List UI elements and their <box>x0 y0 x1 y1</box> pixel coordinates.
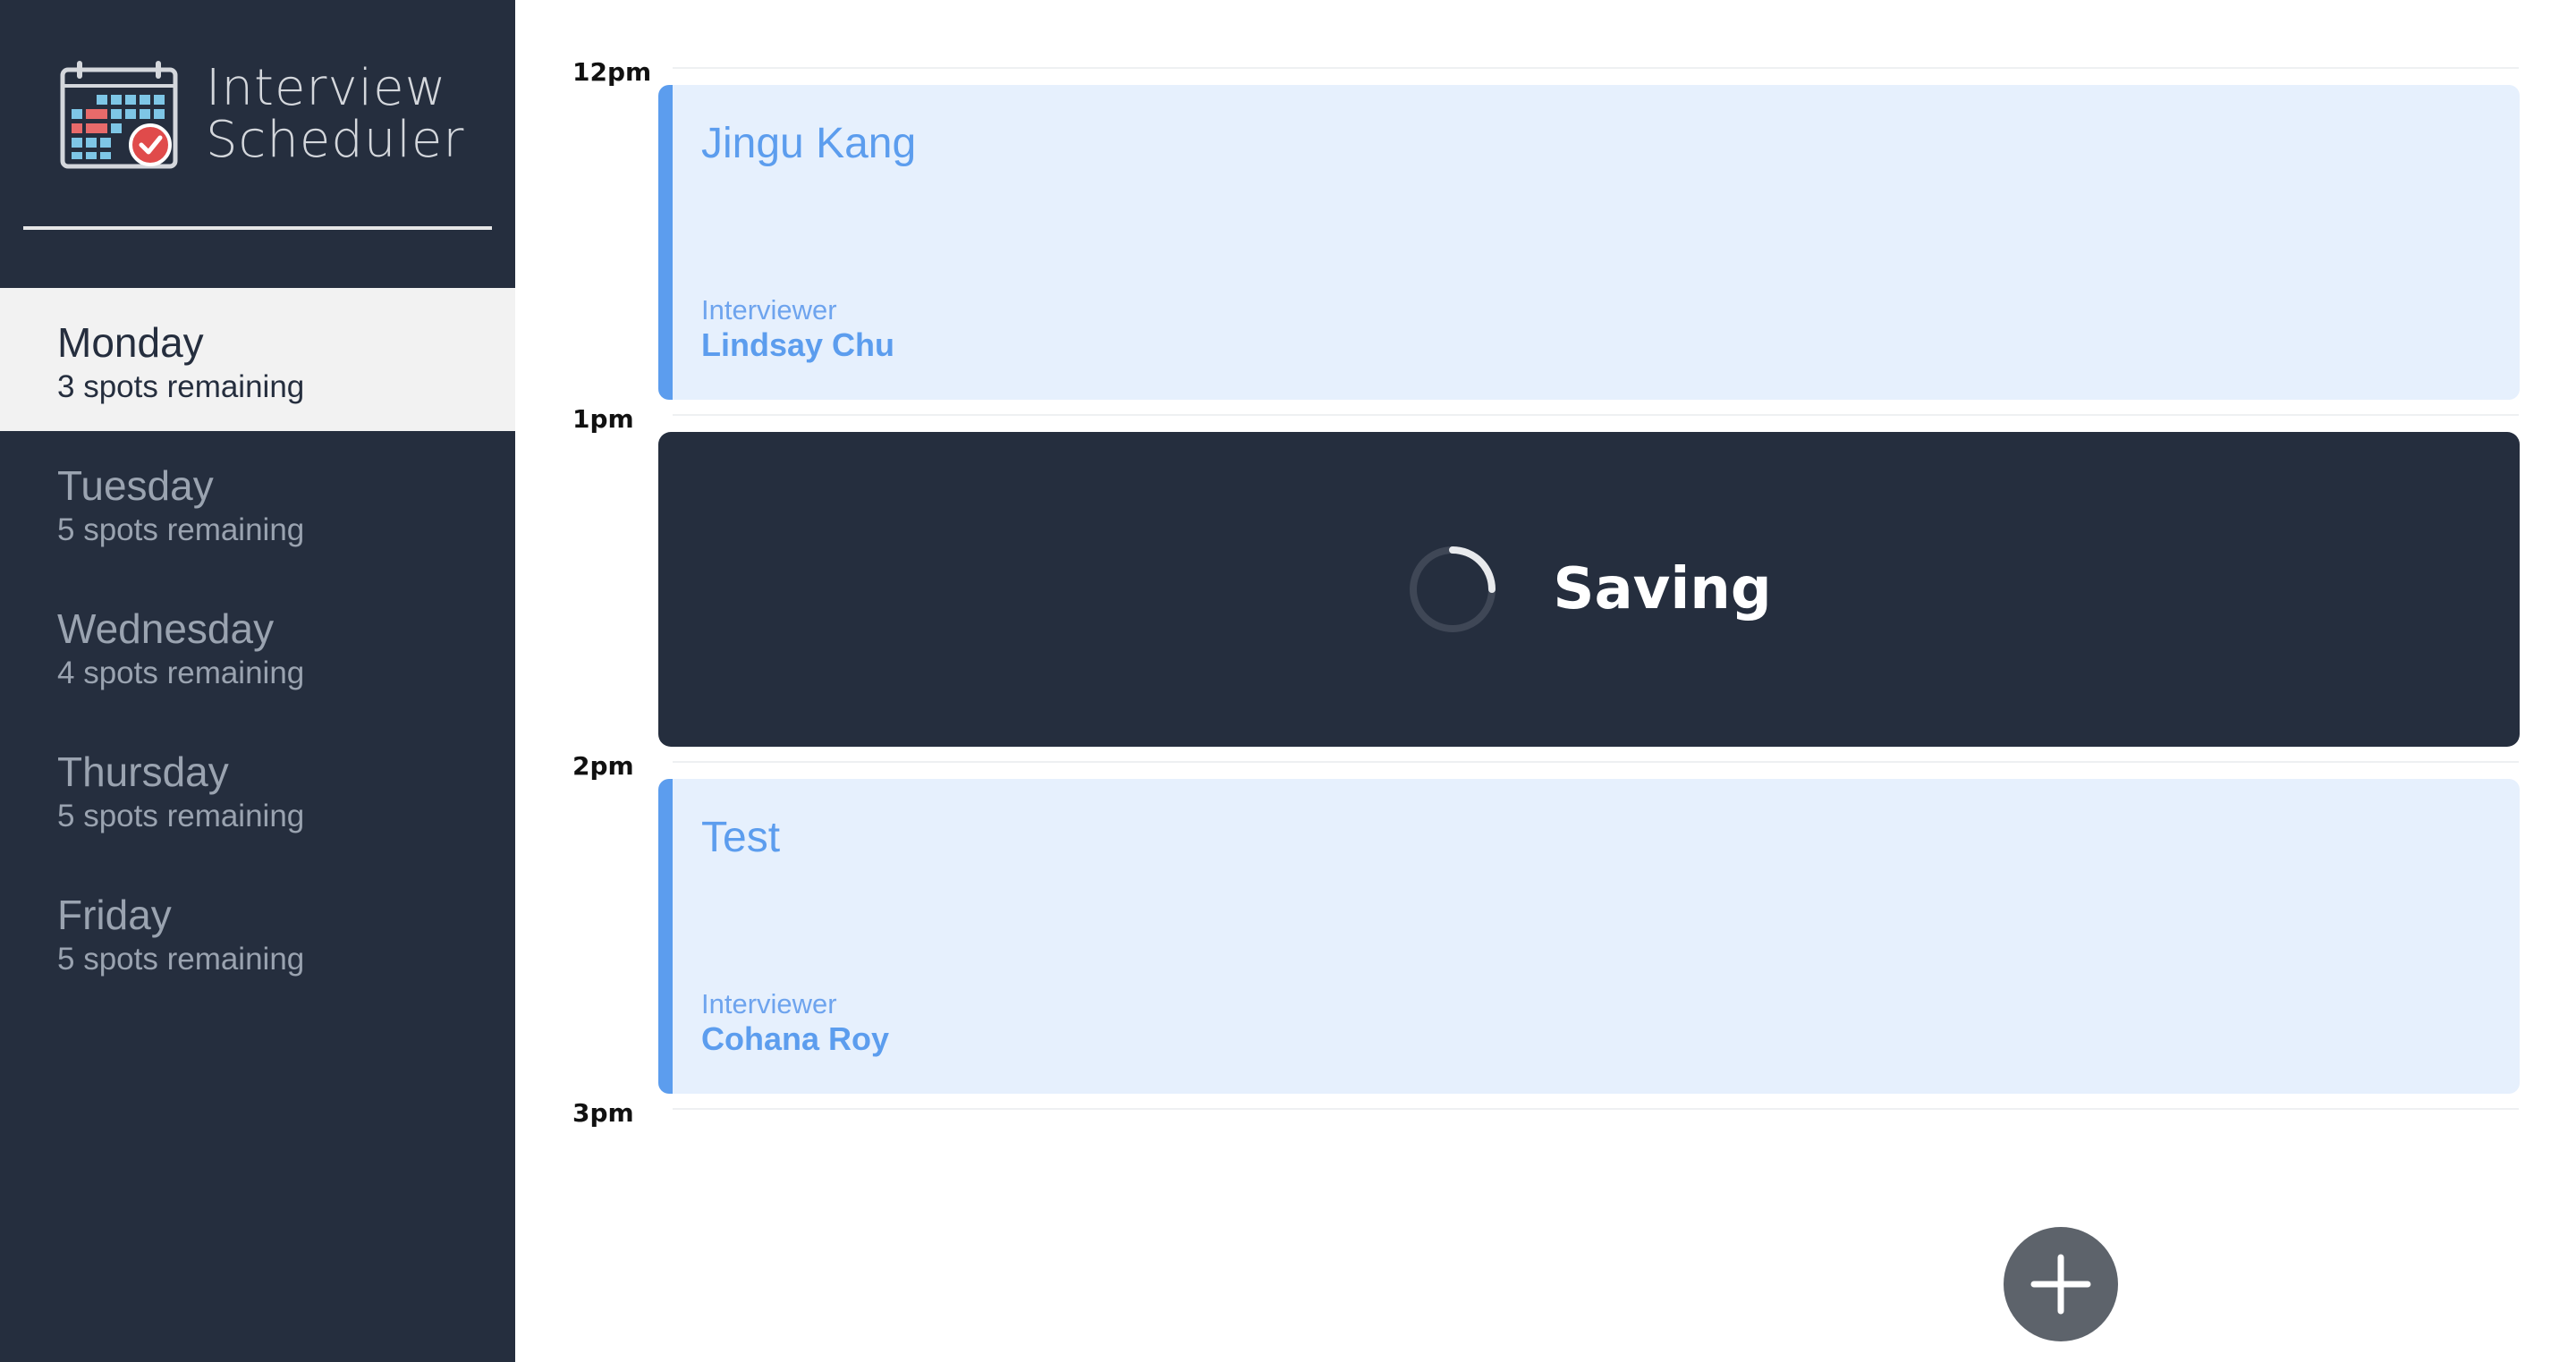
day-item-friday[interactable]: Friday 5 spots remaining <box>0 860 515 1003</box>
day-item-wednesday[interactable]: Wednesday 4 spots remaining <box>0 574 515 717</box>
day-list: Monday 3 spots remaining Tuesday 5 spots… <box>0 288 515 1003</box>
sidebar: Interview Scheduler Monday 3 spots remai… <box>0 0 515 1362</box>
day-name: Wednesday <box>57 605 275 652</box>
app-logo: Interview Scheduler <box>59 59 464 170</box>
student-name: Jingu Kang <box>701 120 917 167</box>
time-divider <box>673 67 2519 69</box>
interviewer-caption: Interviewer <box>701 294 837 326</box>
app-title-line2: Scheduler <box>206 111 465 169</box>
time-divider <box>673 761 2519 763</box>
day-item-tuesday[interactable]: Tuesday 5 spots remaining <box>0 431 515 574</box>
schedule: 12pm Jingu Kang Interviewer Lindsay Chu … <box>515 0 2576 1362</box>
day-name: Friday <box>57 892 172 938</box>
app-title: Interview Scheduler <box>206 63 464 166</box>
time-label: 3pm <box>572 1098 634 1128</box>
day-spots: 5 spots remaining <box>57 512 305 547</box>
saving-status-card: Saving <box>658 432 2520 747</box>
day-name: Thursday <box>57 749 229 795</box>
time-label: 2pm <box>572 751 634 781</box>
appointment-card[interactable]: Jingu Kang Interviewer Lindsay Chu <box>658 85 2520 400</box>
plus-icon <box>2030 1254 2091 1315</box>
app-title-line1: Interview <box>206 59 447 117</box>
sidebar-divider <box>23 226 492 230</box>
day-item-thursday[interactable]: Thursday 5 spots remaining <box>0 717 515 860</box>
spinner-icon <box>1410 546 1496 632</box>
time-label: 1pm <box>572 404 634 434</box>
time-divider <box>673 1108 2519 1110</box>
time-label: 12pm <box>572 57 652 87</box>
day-spots: 3 spots remaining <box>57 369 305 404</box>
day-spots: 5 spots remaining <box>57 942 305 977</box>
calendar-check-icon <box>60 61 178 169</box>
appointment-card[interactable]: Test Interviewer Cohana Roy <box>658 779 2520 1094</box>
interviewer-name: Cohana Roy <box>701 1020 890 1057</box>
interviewer-name: Lindsay Chu <box>701 326 895 363</box>
time-divider <box>673 414 2519 416</box>
add-appointment-button[interactable] <box>2004 1227 2118 1341</box>
day-spots: 4 spots remaining <box>57 656 305 690</box>
day-name: Tuesday <box>57 462 214 509</box>
student-name: Test <box>701 814 781 861</box>
day-item-monday[interactable]: Monday 3 spots remaining <box>0 288 515 431</box>
interviewer-caption: Interviewer <box>701 988 837 1019</box>
day-name: Monday <box>57 319 204 366</box>
day-spots: 5 spots remaining <box>57 799 305 833</box>
saving-text: Saving <box>1553 556 1772 622</box>
